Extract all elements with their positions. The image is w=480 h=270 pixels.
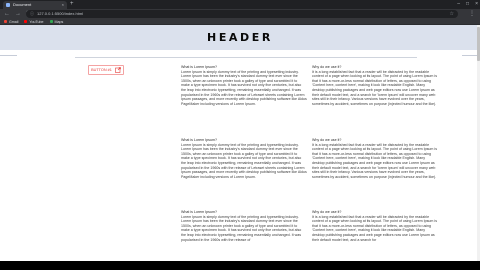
forward-icon[interactable]: → [15,11,21,17]
article-block: What is Lorem Ipsum? Lorem Ipsum is simp… [181,138,307,179]
maps-icon [49,20,53,23]
bookmark-gmail[interactable]: Gmail [4,20,18,24]
article-text: Lorem Ipsum is simply dummy text of the … [181,69,307,106]
divider [0,55,17,56]
gmail-icon [4,20,7,23]
back-icon[interactable]: ← [4,11,10,17]
divider [75,57,417,58]
article-block: What is Lorem Ipsum? Lorem Ipsum is simp… [181,65,307,106]
tab-title: Document [13,3,32,7]
page-viewport: HEADER BUTTON #1 What is Lorem Ipsum? Lo… [0,25,480,261]
site-header: HEADER [0,25,480,50]
article-text: Lorem Ipsum is simply dummy text of the … [181,214,302,242]
maximize-icon[interactable]: □ [466,1,469,7]
bookmark-star-icon[interactable]: ☆ [450,11,454,17]
tab-favicon-icon [6,3,10,7]
browser-tab-bar: Document × + – □ × [0,0,480,9]
article-block: Why do we use it? It is a long establish… [312,210,438,242]
browser-menu-icon[interactable]: ⋮ [469,10,475,18]
page-title: HEADER [207,31,273,44]
article-text: It is a long established fact that a rea… [312,214,437,242]
external-link-icon [115,67,121,73]
browser-toolbar: ← → ↻ ⓘ 127.0.0.1:5500/index.html ☆ ⋮ [0,9,480,19]
article-text: It is a long established fact that a rea… [312,142,437,179]
bookmark-label: YouTube [29,19,44,24]
address-bar-url: 127.0.0.1:5500/index.html [37,11,84,16]
bookmark-label: Gmail [9,19,19,24]
screen-bottom-edge [0,261,480,270]
youtube-icon [24,20,28,23]
close-window-icon[interactable]: × [475,1,478,7]
article-block: What is Lorem Ipsum? Lorem Ipsum is simp… [181,210,307,242]
article-block: Why do we use it? It is a long establish… [312,65,438,106]
article-text: Lorem Ipsum is simply dummy text of the … [181,142,307,179]
bookmark-label: Maps [54,19,64,24]
article-block: Why do we use it? It is a long establish… [312,138,438,179]
button-1-label: BUTTON #1 [91,68,112,72]
site-info-icon[interactable]: ⓘ [30,11,34,17]
minimize-icon[interactable]: – [457,1,460,7]
button-1[interactable]: BUTTON #1 [88,65,124,75]
browser-tab[interactable]: Document × [3,1,67,9]
bookmark-youtube[interactable]: YouTube [24,19,44,24]
bookmark-maps[interactable]: Maps [49,19,64,24]
window-controls: – □ × [457,1,478,7]
article-text: It is a long established fact that a rea… [312,69,437,106]
tab-close-icon[interactable]: × [62,3,64,7]
address-bar[interactable]: ⓘ 127.0.0.1:5500/index.html ☆ [26,10,458,18]
new-tab-button[interactable]: + [70,1,74,8]
